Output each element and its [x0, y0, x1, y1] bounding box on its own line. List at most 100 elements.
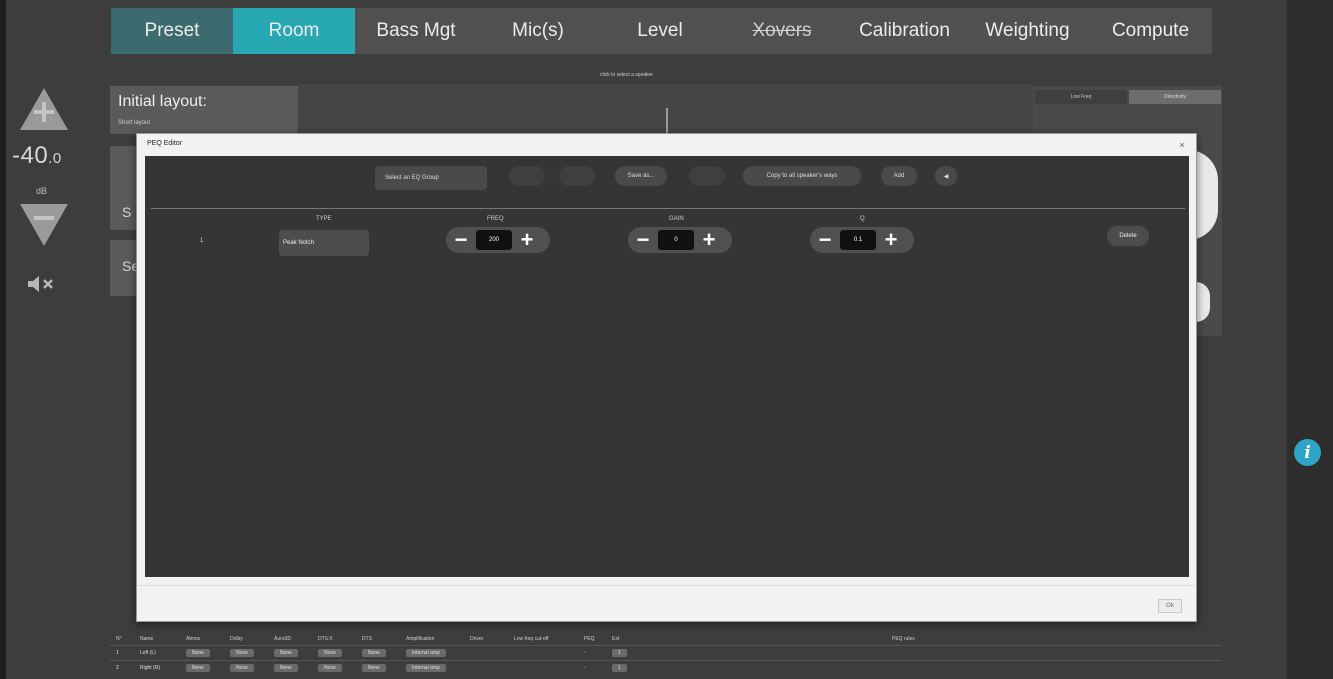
column-header: PEQ rules	[892, 636, 915, 642]
table-cell: 2	[116, 665, 119, 671]
toolbar-button-disabled[interactable]	[689, 166, 725, 186]
table-cell[interactable]: None	[180, 664, 224, 672]
filter-type-select[interactable]: Peak Notch	[279, 230, 369, 256]
table-cell[interactable]: None	[224, 649, 268, 657]
table-cell[interactable]: ◦	[578, 665, 606, 671]
table-cell[interactable]: None	[356, 649, 400, 657]
gain-stepper: − 0 +	[628, 227, 732, 253]
type-column-header: TYPE	[316, 216, 332, 222]
q-increment-button[interactable]: +	[876, 227, 906, 253]
table-cell[interactable]: None	[268, 649, 312, 657]
table-cell[interactable]: None	[312, 649, 356, 657]
column-header: Amplification	[406, 636, 435, 642]
column-header: Auro3D	[274, 636, 291, 642]
q-decrement-button[interactable]: −	[810, 227, 840, 253]
q-stepper: − 0.1 +	[810, 227, 914, 253]
gain-value[interactable]: 0	[658, 230, 694, 250]
center-marker	[666, 108, 668, 136]
copy-to-all-button[interactable]: Copy to all speaker's ways	[743, 166, 861, 186]
freq-value[interactable]: 200	[476, 230, 512, 250]
background-card-label: S	[122, 204, 132, 220]
cell-value: None	[274, 649, 298, 657]
dialog-title: PEQ Editor	[147, 140, 183, 147]
toolbar-button-disabled[interactable]	[559, 166, 595, 186]
tab-xovers[interactable]: Xovers	[721, 8, 843, 54]
delete-filter-button[interactable]: Delete	[1107, 226, 1149, 246]
volume-value: -40	[12, 142, 49, 169]
table-row[interactable]: 1 Left (L) None None None None None Inte…	[110, 645, 1222, 660]
save-as-button[interactable]: Save as...	[615, 166, 667, 186]
tab-bass-mgt[interactable]: Bass Mgt	[355, 8, 477, 54]
gain-increment-button[interactable]: +	[694, 227, 724, 253]
main-tab-bar: Preset Room Bass Mgt Mic(s) Level Xovers…	[111, 8, 1212, 54]
volume-decimal: .0	[48, 150, 62, 167]
speaker-hint: click to select a speaker	[600, 72, 654, 78]
column-header: DTS	[362, 636, 372, 642]
speaker-table: N° Name Atmos Dolby Auro3D DTS:X DTS Amp…	[110, 633, 1222, 679]
cell-value: 1	[612, 664, 627, 672]
cell-value: None	[274, 664, 298, 672]
column-header: DTS:X	[318, 636, 333, 642]
table-cell[interactable]: None	[312, 664, 356, 672]
info-icon[interactable]: i	[1294, 439, 1321, 466]
cell-value: None	[230, 649, 254, 657]
volume-readout: -40.0	[12, 142, 62, 170]
volume-unit: dB	[36, 186, 48, 196]
tab-calibration[interactable]: Calibration	[843, 8, 966, 54]
cell-value: None	[318, 664, 342, 672]
cell-value: None	[318, 649, 342, 657]
tab-level[interactable]: Level	[599, 8, 721, 54]
freq-column-header: FREQ	[487, 216, 504, 222]
column-header: Name	[140, 636, 154, 642]
table-cell[interactable]: None	[356, 664, 400, 672]
tab-weighting[interactable]: Weighting	[966, 8, 1089, 54]
table-cell[interactable]: None	[224, 664, 268, 672]
cell-value: None	[186, 664, 210, 672]
initial-layout-title: Initial layout:	[118, 93, 207, 110]
table-cell[interactable]: 1	[606, 649, 886, 657]
cell-value: None	[186, 649, 210, 657]
cell-value: 1	[612, 649, 627, 657]
q-column-header: Q	[860, 216, 865, 222]
tab-compute[interactable]: Compute	[1089, 8, 1212, 54]
tab-mics[interactable]: Mic(s)	[477, 8, 599, 54]
column-header: N°	[116, 636, 122, 642]
cell-value: None	[362, 664, 386, 672]
filter-index: 1	[200, 238, 204, 244]
cell-value: None	[362, 649, 386, 657]
table-cell[interactable]: None	[180, 649, 224, 657]
table-cell[interactable]: ◦	[578, 650, 606, 656]
tab-preset[interactable]: Preset	[111, 8, 233, 54]
tab-directivity[interactable]: Directivity	[1129, 90, 1221, 104]
tab-low-freq[interactable]: Low Freq	[1035, 90, 1127, 104]
add-filter-button[interactable]: Add	[881, 166, 917, 186]
column-header: Ext	[612, 636, 620, 642]
freq-increment-button[interactable]: +	[512, 227, 542, 253]
mute-speaker-icon[interactable]	[26, 274, 60, 294]
tab-room[interactable]: Room	[233, 8, 355, 54]
speaker-icon[interactable]: ◀	[935, 166, 957, 186]
cell-value: Internal amp	[406, 664, 446, 672]
toolbar-button-disabled[interactable]	[509, 166, 545, 186]
divider	[137, 585, 1196, 586]
volume-down-button[interactable]	[18, 202, 70, 248]
cell-value: None	[230, 664, 254, 672]
q-value[interactable]: 0.1	[840, 230, 876, 250]
ok-button[interactable]: Ok	[1158, 599, 1182, 613]
table-cell[interactable]: Internal amp	[400, 664, 464, 672]
table-cell[interactable]: 1	[606, 664, 886, 672]
initial-layout-subtitle: Short layout	[118, 120, 151, 126]
right-gutter	[1287, 0, 1333, 679]
table-row[interactable]: 2 Right (R) None None None None None Int…	[110, 660, 1222, 675]
gain-column-header: GAIN	[669, 216, 684, 222]
freq-decrement-button[interactable]: −	[446, 227, 476, 253]
gain-decrement-button[interactable]: −	[628, 227, 658, 253]
close-icon[interactable]: ×	[1176, 139, 1188, 151]
table-cell[interactable]: None	[268, 664, 312, 672]
table-header: N° Name Atmos Dolby Auro3D DTS:X DTS Amp…	[110, 633, 1222, 645]
initial-layout-card[interactable]: Initial layout: Short layout	[110, 86, 298, 134]
table-cell[interactable]: Internal amp	[400, 649, 464, 657]
eq-group-select[interactable]: Select an EQ Group	[375, 166, 487, 190]
volume-up-button[interactable]	[18, 86, 70, 132]
cell-value: Internal amp	[406, 649, 446, 657]
